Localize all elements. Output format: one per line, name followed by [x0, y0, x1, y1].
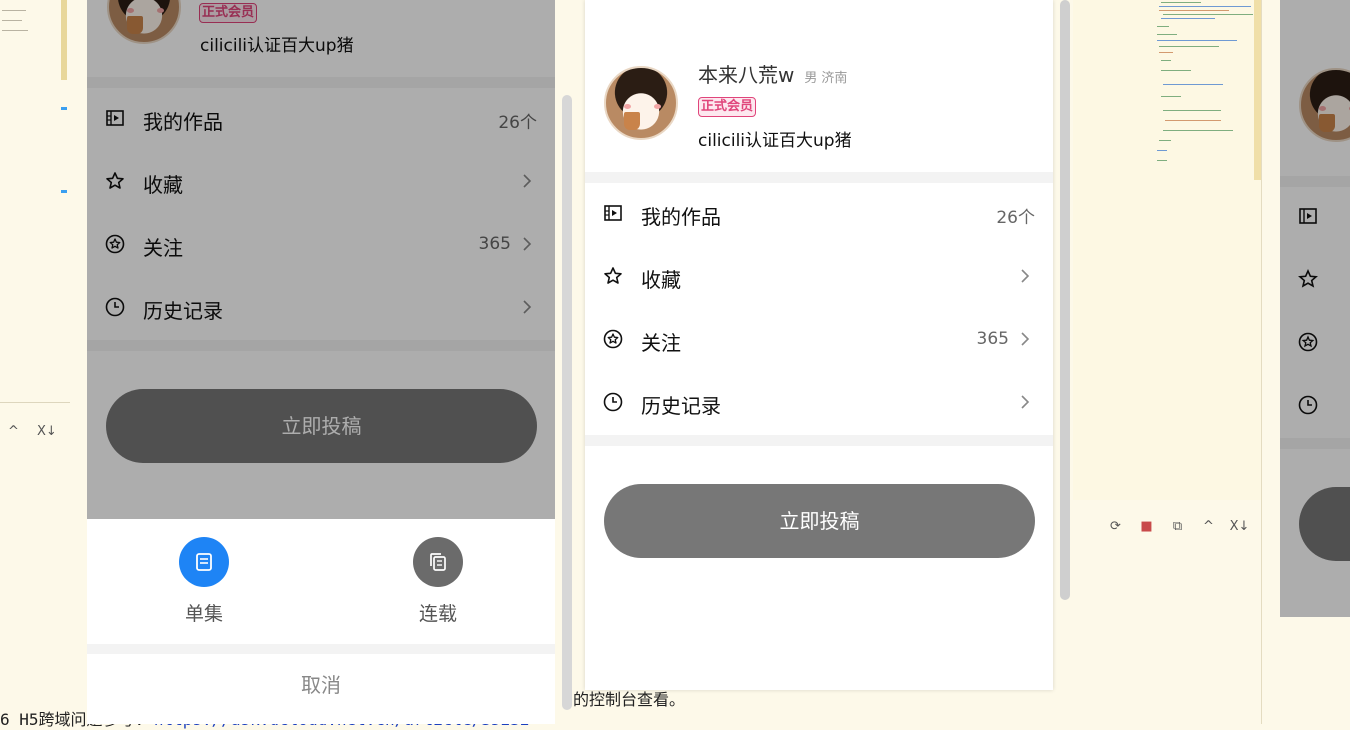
user-gender: 男: [804, 71, 818, 86]
code-line: [2, 10, 26, 11]
phone-preview-right: [1280, 0, 1350, 617]
star-icon: [604, 267, 622, 284]
menu-label: 我的作品: [641, 205, 721, 229]
code-line: [2, 30, 28, 31]
scroll-marker: [61, 190, 67, 193]
modal-mask[interactable]: [1280, 0, 1350, 617]
user-signature: cilicili认证百大up猪: [698, 131, 852, 151]
document-icon: [179, 537, 229, 587]
following-count: 365: [976, 329, 1009, 349]
menu-label: 历史记录: [641, 394, 721, 418]
divider: [0, 402, 70, 403]
collapse-up-icon[interactable]: ^: [1193, 519, 1224, 534]
user-name: 本来八荒w: [698, 63, 795, 87]
profile-header: 本来八荒w 男济南 正式会员 cilicili认证百大up猪: [585, 0, 1053, 172]
option-series[interactable]: 连载: [393, 537, 483, 626]
scrollbar[interactable]: [61, 0, 67, 80]
star-circle-icon: [603, 329, 623, 349]
profile-menu: 我的作品 26个 收藏 关注 365 历史记录: [585, 183, 1053, 435]
vip-badge: 正式会员: [698, 97, 757, 117]
action-sheet: 单集 连载 取消: [87, 519, 555, 724]
clock-icon: [603, 392, 623, 412]
works-count: 26个: [996, 208, 1035, 228]
cancel-button[interactable]: 取消: [87, 669, 555, 698]
submit-button[interactable]: 立即投稿: [604, 484, 1035, 558]
modal-mask[interactable]: [87, 0, 555, 519]
collapse-up-icon[interactable]: ^: [8, 424, 19, 439]
option-single[interactable]: 单集: [159, 537, 249, 626]
menu-label: 收藏: [641, 268, 681, 292]
clear-console-icon[interactable]: X↓: [37, 424, 57, 439]
preview-scrollbar[interactable]: [562, 95, 572, 710]
run-icon[interactable]: ⟳: [1100, 519, 1131, 534]
scroll-marker: [61, 107, 67, 110]
user-name-line: 本来八荒w 男济南: [698, 59, 847, 88]
minimap[interactable]: [1073, 0, 1261, 500]
menu-label: 关注: [641, 331, 681, 355]
menu-item-works[interactable]: 我的作品 26个: [585, 183, 1053, 246]
divider: [1261, 0, 1262, 724]
editor-scrollbar[interactable]: [1254, 0, 1261, 180]
clear-console-icon[interactable]: X↓: [1224, 519, 1255, 534]
code-line: [2, 20, 22, 21]
menu-item-favorites[interactable]: 收藏: [585, 246, 1053, 309]
avatar[interactable]: [604, 66, 678, 140]
copy-icon: [413, 537, 463, 587]
chevron-right-icon: [1021, 395, 1030, 409]
open-log-icon[interactable]: ⧉: [1162, 519, 1193, 534]
option-label: 单集: [184, 603, 223, 625]
chevron-right-icon: [1021, 332, 1030, 346]
option-label: 连载: [418, 603, 457, 625]
phone-preview-main: 本来八荒w 男济南 正式会员 cilicili认证百大up猪 我的作品 26个 收…: [585, 0, 1053, 690]
editor-left-gutter: ^ X↓: [0, 0, 70, 724]
film-icon: [604, 205, 622, 221]
section-gap: [585, 435, 1053, 446]
user-city: 济南: [821, 71, 848, 86]
chevron-right-icon: [1021, 269, 1030, 283]
sheet-divider: [87, 644, 555, 654]
console-toolbar: ⟳ ■ ⧉ ^ X↓: [1100, 519, 1255, 539]
phone-preview-left: 正式会员 cilicili认证百大up猪 我的作品 26个 收藏 关注 365 …: [87, 0, 555, 724]
menu-item-history[interactable]: 历史记录: [585, 372, 1053, 435]
stop-icon[interactable]: ■: [1131, 519, 1162, 534]
menu-item-following[interactable]: 关注 365: [585, 309, 1053, 372]
preview-scrollbar[interactable]: [1060, 0, 1070, 600]
section-gap: [585, 172, 1053, 183]
